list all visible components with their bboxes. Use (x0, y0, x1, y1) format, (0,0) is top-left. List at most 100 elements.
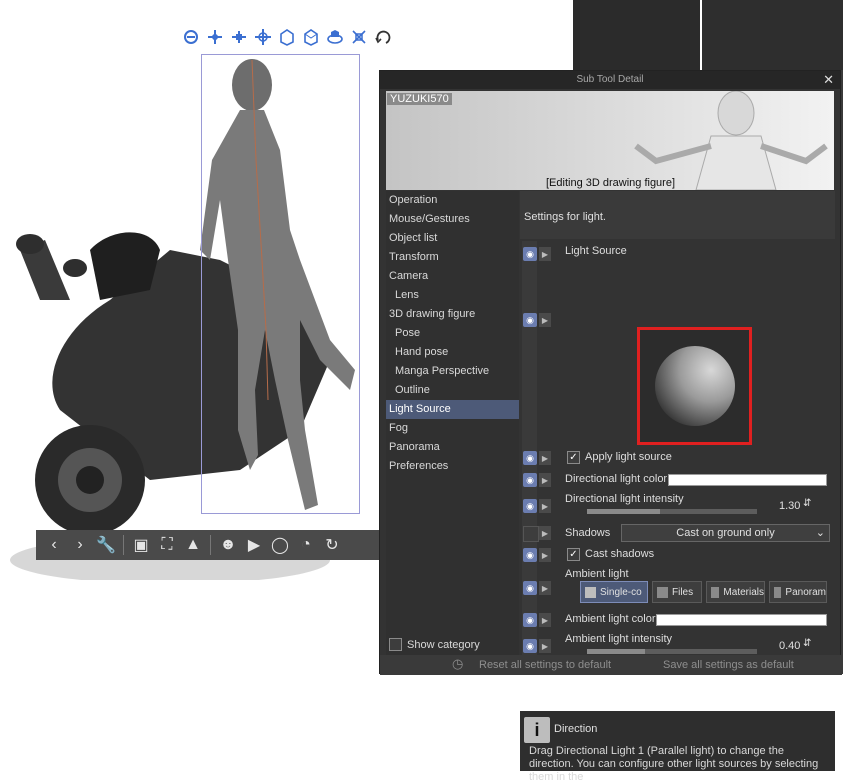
directional-light-intensity-label: Directional light intensity (565, 493, 684, 505)
eye-icon[interactable]: ◉ (523, 499, 537, 513)
expand-arrow-icon[interactable]: ▶ (539, 247, 551, 261)
nav-item-pose[interactable]: Pose (386, 324, 519, 343)
cast-shadows-checkbox[interactable]: ✓ (567, 548, 580, 561)
close-icon[interactable]: ✕ (823, 72, 834, 88)
panorama-icon (774, 586, 782, 598)
eye-icon[interactable]: ◉ (523, 473, 537, 487)
reset-pose-icon[interactable]: ◔ (294, 533, 318, 557)
show-category-checkbox[interactable] (389, 638, 402, 651)
object-rotate-z-icon[interactable] (324, 26, 346, 48)
ambient-mode-single-co-button[interactable]: Single-co (580, 581, 648, 603)
canvas-dark-region (573, 0, 700, 70)
ambient-mode-panoram-button[interactable]: Panoram (769, 581, 827, 603)
reset-rotation-icon[interactable] (372, 26, 394, 48)
camera-fit-icon[interactable]: ▣ (129, 533, 153, 557)
ambient-light-intensity-slider[interactable] (587, 649, 757, 654)
object-scale-icon[interactable] (348, 26, 370, 48)
show-category-toggle[interactable]: Show category (389, 638, 480, 651)
expand-arrow-icon[interactable]: ▶ (539, 613, 551, 627)
eye-icon[interactable]: ◉ (523, 548, 537, 562)
eye-icon[interactable]: ◉ (523, 313, 537, 327)
prev-icon[interactable]: ‹ (42, 533, 66, 557)
nav-item-outline[interactable]: Outline (386, 381, 519, 400)
directional-light-color-row: ◉ ▶ Directional light color (520, 471, 835, 489)
nav-item-3d-drawing-figure[interactable]: 3D drawing figure (386, 305, 519, 324)
camera-dolly-icon[interactable] (228, 26, 250, 48)
expand-arrow-icon[interactable]: ▶ (539, 473, 551, 487)
register-pose-icon[interactable]: ☻ (216, 533, 240, 557)
expand-arrow-icon[interactable]: ▶ (539, 313, 551, 327)
eye-icon[interactable]: ◉ (523, 639, 537, 653)
shadows-dropdown[interactable]: Cast on ground only ⌄ (621, 524, 830, 542)
toolbar-separator (123, 535, 124, 555)
camera-rotate-icon[interactable] (180, 26, 202, 48)
apply-light-source-row: ◉ ▶ ✓ Apply light source (520, 449, 835, 467)
nav-item-operation[interactable]: Operation (386, 191, 519, 210)
visibility-toggle[interactable] (523, 526, 539, 542)
manipulator-toolbar (180, 26, 394, 48)
selection-fit-icon[interactable]: ⛶ (155, 533, 179, 557)
expand-arrow-icon[interactable]: ▶ (539, 526, 551, 540)
nav-item-camera[interactable]: Camera (386, 267, 519, 286)
next-icon[interactable]: › (68, 533, 92, 557)
preview-image: YUZUKI570 [Editing 3D drawing figure] (386, 91, 834, 190)
expand-arrow-icon[interactable]: ▶ (539, 639, 551, 653)
expand-arrow-icon[interactable]: ▶ (539, 499, 551, 513)
object-rotate-x-icon[interactable] (276, 26, 298, 48)
apply-light-source-label: Apply light source (585, 451, 672, 463)
ambient-mode-label: Files (672, 586, 694, 598)
eye-icon[interactable]: ◉ (523, 247, 537, 261)
nav-item-manga-perspective[interactable]: Manga Perspective (386, 362, 519, 381)
nav-item-lens[interactable]: Lens (386, 286, 519, 305)
save-default-button[interactable]: Save all settings as default (663, 657, 794, 673)
camera-pan-icon[interactable] (204, 26, 226, 48)
nav-item-fog[interactable]: Fog (386, 419, 519, 438)
expand-arrow-icon[interactable]: ▶ (539, 581, 551, 595)
settings-description: Settings for light. (520, 191, 835, 239)
ambient-mode-label: Single-co (600, 586, 642, 598)
settings-description-text: Settings for light. (524, 211, 606, 223)
canvas-dark-region (702, 0, 843, 70)
object-move-icon[interactable] (252, 26, 274, 48)
nav-item-light-source[interactable]: Light Source (386, 400, 519, 419)
object-rotate-y-icon[interactable] (300, 26, 322, 48)
nav-item-preferences[interactable]: Preferences (386, 457, 519, 476)
eye-icon[interactable]: ◉ (523, 581, 537, 595)
flip-icon[interactable]: ▶ (242, 533, 266, 557)
light-sphere[interactable] (654, 346, 735, 426)
direction-title: Direction (554, 723, 598, 735)
expand-arrow-icon[interactable]: ▶ (539, 548, 551, 562)
nav-item-mouse-gestures[interactable]: Mouse/Gestures (386, 210, 519, 229)
spinner-icon[interactable]: ⇵ (803, 638, 811, 649)
rotate-joint-icon[interactable]: ◯ (268, 533, 292, 557)
eye-icon[interactable]: ◉ (523, 451, 537, 465)
reset-all-button[interactable]: Reset all settings to default (479, 657, 611, 673)
preview-username: YUZUKI570 (387, 93, 452, 105)
directional-light-intensity-value[interactable]: 1.30 (779, 500, 800, 512)
ambient-light-label: Ambient light (565, 568, 629, 580)
ground-icon[interactable]: ▲ (181, 533, 205, 557)
ambient-mode-materials-button[interactable]: Materials (706, 581, 765, 603)
ambient-light-color-row: ◉ ▶ Ambient light color (520, 611, 835, 629)
spinner-icon[interactable]: ⇵ (803, 498, 811, 509)
lock-icon[interactable]: ↻ (320, 533, 344, 557)
sub-tool-detail-panel: Sub Tool Detail ✕ YUZUKI570 [Editing 3D … (379, 70, 842, 783)
nav-item-hand-pose[interactable]: Hand pose (386, 343, 519, 362)
direction-help-text: Drag Directional Light 1 (Parallel light… (529, 745, 819, 783)
ambient-mode-files-button[interactable]: Files (652, 581, 702, 603)
expand-arrow-icon[interactable]: ▶ (539, 451, 551, 465)
panel-titlebar[interactable]: Sub Tool Detail ✕ (380, 71, 840, 89)
ambient-light-intensity-value[interactable]: 0.40 (779, 640, 800, 652)
nav-item-transform[interactable]: Transform (386, 248, 519, 267)
nav-item-panorama[interactable]: Panorama (386, 438, 519, 457)
apply-light-source-checkbox[interactable]: ✓ (567, 451, 580, 464)
ambient-light-color-swatch[interactable] (656, 614, 827, 626)
wrench-icon[interactable]: 🔧 (94, 533, 118, 557)
ambient-mode-label: Panoram (785, 586, 826, 598)
directional-light-color-swatch[interactable] (668, 474, 827, 486)
eye-icon[interactable]: ◉ (523, 613, 537, 627)
light-direction-selector[interactable] (637, 327, 752, 445)
ambient-light-row: ◉ ▶ Ambient light Single-co Files Material… (520, 567, 835, 607)
directional-light-intensity-slider[interactable] (587, 509, 757, 514)
nav-item-object-list[interactable]: Object list (386, 229, 519, 248)
